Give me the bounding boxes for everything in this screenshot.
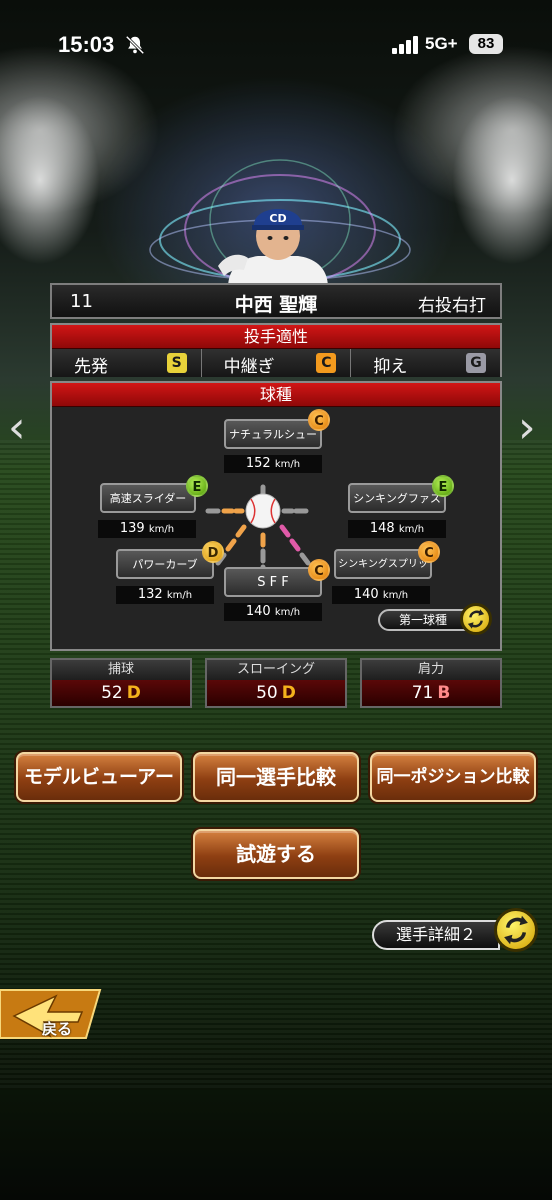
grade-badge: S (166, 353, 187, 373)
back-label: 戻る (42, 1020, 73, 1038)
player-portrait: CD (218, 209, 328, 288)
pitch-grade-badge: E (186, 475, 208, 497)
pitch-grade-badge: E (432, 475, 454, 497)
grade-badge: C (316, 353, 337, 373)
player-nameplate: 11 中西 聖輝 右投右打 (50, 283, 502, 319)
compare-same-player-button[interactable]: 同一選手比較 (193, 752, 359, 802)
bell-muted-icon (125, 35, 145, 55)
pitch-speed: 140 km/h (332, 586, 430, 604)
pitch-grade-badge: C (418, 541, 440, 563)
cycle-arrows-icon (460, 603, 492, 635)
stat-grade: D (281, 683, 296, 703)
pitch-speed: 132 km/h (116, 586, 214, 604)
status-time: 15:03 (58, 32, 115, 57)
player-detail-2-button[interactable]: 選手詳細２ (372, 906, 542, 962)
compare-same-position-button[interactable]: 同一ポジション比較 (370, 752, 536, 802)
grade-badge: G (466, 353, 487, 373)
pitch-button-natural-shoot[interactable]: ナチュラルシュート (224, 419, 322, 468)
pitch-grade-badge: C (308, 409, 330, 431)
pitch-speed: 140 km/h (224, 603, 322, 621)
player-detail-2-label: 選手詳細２ (372, 920, 500, 950)
pitch-grade-badge: C (308, 559, 330, 581)
stat-arm-strength: 肩力 71 B (360, 658, 502, 708)
aptitude-title: 投手適性 (52, 325, 500, 349)
stat-label: スローイング (207, 660, 345, 680)
status-bar: 15:03 5G+ 83 (0, 0, 552, 90)
stadium-light-right (452, 95, 552, 265)
pitch-types-panel: 球種 ナチュラルシュー C 152 km/h 高速スライダー E 139 km/… (50, 381, 502, 651)
pitch-grade-badge: D (202, 541, 224, 563)
stat-value: 50 (256, 683, 278, 703)
trial-play-button[interactable]: 試遊する (193, 829, 359, 879)
aptitude-closer: 抑え G (351, 349, 500, 377)
aptitude-middle-relief: 中継ぎ C (202, 349, 352, 377)
player-handedness: 右投右打 (418, 296, 486, 316)
stat-label: 肩力 (362, 660, 500, 680)
pitcher-aptitude-panel: 投手適性 先発 S 中継ぎ C 抑え G (50, 323, 502, 377)
pitch-speed: 148 km/h (348, 520, 446, 538)
first-pitch-label: 第一球種 (378, 609, 468, 631)
pitch-speed: 152 km/h (224, 455, 322, 473)
stat-grade: B (437, 683, 451, 703)
cellular-signal-icon (392, 36, 418, 54)
prev-player-arrow[interactable]: ‹ (8, 402, 26, 453)
pitch-button-fast-slider[interactable]: 高速スライダー (100, 483, 196, 513)
pitch-button-power-curve[interactable]: パワーカーブ (116, 549, 214, 579)
back-button[interactable]: 戻る (0, 986, 104, 1042)
stat-label: 捕球 (52, 660, 190, 680)
stat-grade: D (126, 683, 141, 703)
first-pitch-toggle[interactable]: 第一球種 (378, 603, 494, 635)
aptitude-starter: 先発 S (52, 349, 202, 377)
stadium-light-left (0, 95, 100, 265)
stat-value: 52 (101, 683, 123, 703)
pitch-speed: 139 km/h (98, 520, 196, 538)
cycle-arrows-icon (494, 908, 538, 952)
next-player-arrow[interactable]: › (518, 402, 536, 453)
stat-catching: 捕球 52 D (50, 658, 192, 708)
stat-value: 71 (411, 683, 434, 703)
model-viewer-button[interactable]: モデルビューアー (16, 752, 182, 802)
pitch-types-title: 球種 (52, 383, 500, 407)
battery-indicator: 83 (469, 34, 503, 54)
svg-text:CD: CD (269, 212, 286, 225)
network-type: 5G+ (425, 34, 458, 53)
stat-throwing: スローイング 50 D (205, 658, 347, 708)
